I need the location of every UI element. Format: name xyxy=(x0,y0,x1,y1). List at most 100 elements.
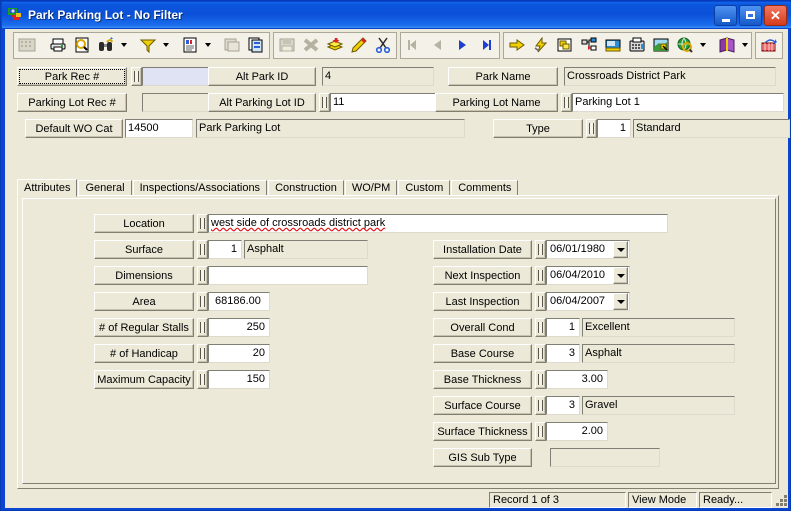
base-thickness-value[interactable]: 3.00 xyxy=(546,370,608,389)
maximum-capacity-label-button[interactable]: Maximum Capacity xyxy=(94,370,194,389)
magnifier-page-icon[interactable] xyxy=(70,34,94,57)
handicap-stalls-lookup-button[interactable] xyxy=(197,344,208,363)
last-record-icon[interactable] xyxy=(474,34,498,57)
parking-lot-rec-label-button[interactable]: Parking Lot Rec # xyxy=(17,93,127,112)
surface-thickness-value[interactable]: 2.00 xyxy=(546,422,608,441)
overall-cond-lookup-button[interactable] xyxy=(535,318,546,337)
fax-icon[interactable] xyxy=(625,34,649,57)
report-icon[interactable] xyxy=(178,34,202,57)
installation-date-label-button[interactable]: Installation Date xyxy=(433,240,532,259)
type-label-button[interactable]: Type xyxy=(493,119,583,138)
dimensions-value[interactable] xyxy=(208,266,368,285)
yellow-arrow-icon[interactable] xyxy=(505,34,529,57)
last-inspection-combo[interactable]: 06/04/2007 xyxy=(546,292,630,311)
next-inspection-label-button[interactable]: Next Inspection xyxy=(433,266,532,285)
handicap-stalls-label-button[interactable]: # of Handicap xyxy=(94,344,194,363)
park-rec-lookup-button[interactable] xyxy=(131,67,142,86)
installation-date-chevron-down-icon[interactable] xyxy=(613,241,628,258)
floppy-disk-icon[interactable] xyxy=(275,34,299,57)
tab-construction[interactable]: Construction xyxy=(268,180,344,196)
overall-cond-label-button[interactable]: Overall Cond xyxy=(433,318,532,337)
tab-attributes[interactable]: Attributes xyxy=(17,179,78,197)
resize-grip[interactable] xyxy=(774,493,788,507)
filter-dropdown-arrow[interactable] xyxy=(160,34,171,57)
base-course-label-button[interactable]: Base Course xyxy=(433,344,532,363)
alt-park-id-label-button[interactable]: Alt Park ID xyxy=(208,67,316,86)
binoculars-icon[interactable] xyxy=(94,34,118,57)
minimize-button[interactable] xyxy=(714,4,737,26)
tab-custom[interactable]: Custom xyxy=(398,180,451,196)
alt-parking-lot-id-value[interactable]: 11 xyxy=(330,93,442,112)
location-value[interactable]: west side of crossroads district park xyxy=(208,214,668,233)
default-wo-cat-label-button[interactable]: Default WO Cat xyxy=(25,119,123,138)
duplicate-pages-icon[interactable] xyxy=(244,34,268,57)
book-icon[interactable] xyxy=(715,34,739,57)
next-inspection-lookup-button[interactable] xyxy=(535,266,546,285)
funnel-icon[interactable] xyxy=(136,34,160,57)
printer-icon[interactable] xyxy=(46,34,70,57)
park-name-label-button[interactable]: Park Name xyxy=(448,67,558,86)
installation-date-combo[interactable]: 06/01/1980 xyxy=(546,240,630,259)
find-dropdown-arrow[interactable] xyxy=(118,34,129,57)
title-bar[interactable]: Park Parking Lot - No Filter ✕ xyxy=(2,2,791,28)
base-thickness-lookup-button[interactable] xyxy=(535,370,546,389)
next-inspection-chevron-down-icon[interactable] xyxy=(613,267,628,284)
globe-icon[interactable] xyxy=(673,34,697,57)
type-code[interactable]: 1 xyxy=(597,119,631,138)
base-course-lookup-button[interactable] xyxy=(535,344,546,363)
location-label-button[interactable]: Location xyxy=(94,214,194,233)
next-record-icon[interactable] xyxy=(450,34,474,57)
last-inspection-chevron-down-icon[interactable] xyxy=(613,293,628,310)
base-course-code[interactable]: 3 xyxy=(546,344,580,363)
location-lookup-button[interactable] xyxy=(197,214,208,233)
close-button[interactable]: ✕ xyxy=(764,4,787,26)
last-inspection-label-button[interactable]: Last Inspection xyxy=(433,292,532,311)
workorder-icon[interactable] xyxy=(601,34,625,57)
first-record-icon[interactable] xyxy=(402,34,426,57)
tree-structure-icon[interactable] xyxy=(577,34,601,57)
last-inspection-lookup-button[interactable] xyxy=(535,292,546,311)
maximum-capacity-lookup-button[interactable] xyxy=(197,370,208,389)
tab-wo-pm[interactable]: WO/PM xyxy=(344,180,398,196)
area-lookup-button[interactable] xyxy=(197,292,208,311)
maximize-button[interactable] xyxy=(739,4,762,26)
area-value[interactable]: 68186.00 xyxy=(208,292,270,311)
default-wo-cat-code[interactable]: 14500 xyxy=(125,119,193,138)
web-link-dropdown-arrow[interactable] xyxy=(697,34,708,57)
dimensions-lookup-button[interactable] xyxy=(197,266,208,285)
dimensions-label-button[interactable]: Dimensions xyxy=(94,266,194,285)
surface-course-code[interactable]: 3 xyxy=(546,396,580,415)
x-delete-icon[interactable] xyxy=(299,34,323,57)
previous-record-icon[interactable] xyxy=(426,34,450,57)
tab-inspections-associations[interactable]: Inspections/Associations xyxy=(132,180,268,196)
tab-general[interactable]: General xyxy=(78,180,132,196)
type-lookup-button[interactable] xyxy=(586,119,597,138)
regular-stalls-value[interactable]: 250 xyxy=(208,318,270,337)
surface-code[interactable]: 1 xyxy=(208,240,242,259)
gis-map-icon[interactable] xyxy=(649,34,673,57)
handicap-stalls-value[interactable]: 20 xyxy=(208,344,270,363)
lightning-bolt-icon[interactable] xyxy=(529,34,553,57)
regular-stalls-label-button[interactable]: # of Regular Stalls xyxy=(94,318,194,337)
report-dropdown-arrow[interactable] xyxy=(202,34,213,57)
parking-lot-name-label-button[interactable]: Parking Lot Name xyxy=(435,93,558,112)
area-label-button[interactable]: Area xyxy=(94,292,194,311)
parking-lot-name-lookup-button[interactable] xyxy=(561,93,572,112)
surface-course-label-button[interactable]: Surface Course xyxy=(433,396,532,415)
installation-date-lookup-button[interactable] xyxy=(535,240,546,259)
scissors-icon[interactable] xyxy=(371,34,395,57)
surface-thickness-label-button[interactable]: Surface Thickness xyxy=(433,422,532,441)
surface-label-button[interactable]: Surface xyxy=(94,240,194,259)
next-inspection-combo[interactable]: 06/04/2010 xyxy=(546,266,630,285)
pencil-icon[interactable] xyxy=(347,34,371,57)
park-rec-label-button[interactable]: Park Rec # xyxy=(17,67,127,86)
help-dropdown-arrow[interactable] xyxy=(739,34,750,57)
surface-thickness-lookup-button[interactable] xyxy=(535,422,546,441)
grid-icon[interactable] xyxy=(15,34,39,57)
notes-icon[interactable] xyxy=(553,34,577,57)
overall-cond-code[interactable]: 1 xyxy=(546,318,580,337)
parking-lot-name-value[interactable]: Parking Lot 1 xyxy=(572,93,784,112)
base-thickness-label-button[interactable]: Base Thickness xyxy=(433,370,532,389)
copy-record-icon[interactable] xyxy=(220,34,244,57)
alt-parking-lot-id-label-button[interactable]: Alt Parking Lot ID xyxy=(208,93,316,112)
